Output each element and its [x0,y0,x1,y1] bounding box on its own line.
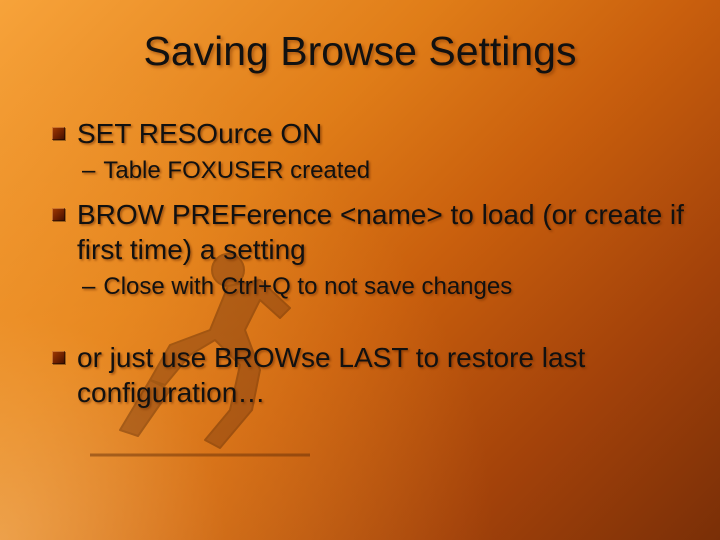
slide: Saving Browse Settings SET RESOurce ON –… [0,0,720,540]
bullet-text: or just use BROWse LAST to restore last … [77,340,684,410]
bullet-text: SET RESOurce ON [77,116,322,151]
spacer [52,314,684,340]
sub-bullet-item: – Close with Ctrl+Q to not save changes [82,271,684,303]
sub-bullet-item: – Table FOXUSER created [82,155,684,187]
sub-bullet-text: Close with Ctrl+Q to not save changes [103,271,512,303]
bullet-icon [52,208,65,221]
dash-icon: – [82,271,95,303]
bullet-icon [52,127,65,140]
slide-title: Saving Browse Settings [0,28,720,75]
bullet-item: SET RESOurce ON [52,116,684,151]
bullet-text: BROW PREFerence <name> to load (or creat… [77,197,684,267]
dash-icon: – [82,155,95,187]
bullet-item: or just use BROWse LAST to restore last … [52,340,684,410]
bullet-item: BROW PREFerence <name> to load (or creat… [52,197,684,267]
sub-bullet-text: Table FOXUSER created [103,155,370,187]
slide-content: SET RESOurce ON – Table FOXUSER created … [52,116,684,414]
bullet-icon [52,351,65,364]
